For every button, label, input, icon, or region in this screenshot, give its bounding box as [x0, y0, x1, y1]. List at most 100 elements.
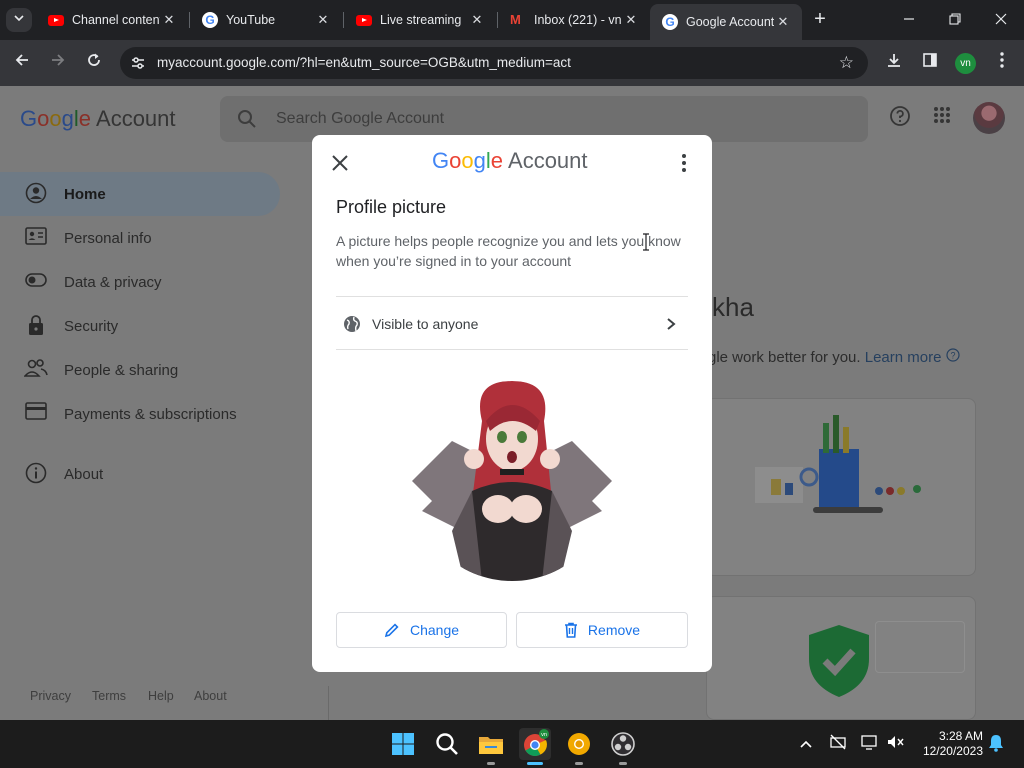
side-panel-button[interactable]: [919, 52, 941, 74]
reload-button[interactable]: [82, 51, 106, 75]
tab-gmail-inbox[interactable]: M Inbox (221) - vn ✕: [498, 0, 650, 40]
change-photo-button[interactable]: Change: [336, 612, 507, 648]
chrome-taskbar-button[interactable]: vn: [519, 728, 551, 760]
help-icon: [890, 106, 910, 126]
url-text[interactable]: myaccount.google.com/?hl=en&utm_source=O…: [157, 47, 571, 79]
shield-check-icon: [809, 625, 869, 697]
remove-photo-button[interactable]: Remove: [516, 612, 688, 648]
dialog-title: Profile picture: [336, 197, 447, 217]
site-settings-icon[interactable]: [130, 55, 146, 71]
chrome-canary-button[interactable]: [563, 728, 595, 760]
svg-text:vn: vn: [541, 732, 547, 738]
close-icon: [995, 13, 1007, 25]
welcome-subtitle: gle work better for you. Learn more ?: [708, 348, 960, 366]
dialog-description: A picture helps people recognize you and…: [336, 233, 681, 269]
learn-more-link[interactable]: Learn more: [865, 349, 942, 366]
more-vertical-icon[interactable]: [674, 151, 694, 175]
downloads-button[interactable]: [883, 52, 905, 74]
logo-letter: o: [49, 106, 62, 131]
close-icon[interactable]: ✕: [622, 12, 640, 28]
obs-icon: [611, 732, 635, 756]
logo-letter: G: [432, 148, 450, 173]
notifications-button[interactable]: [986, 734, 1006, 754]
tab-channel-content[interactable]: Channel content ✕: [36, 0, 188, 40]
footer-privacy-link[interactable]: Privacy: [30, 689, 71, 703]
reload-icon: [88, 53, 100, 66]
logo-letter: g: [473, 148, 486, 173]
privacy-checkup-card[interactable]: [706, 398, 976, 576]
system-clock[interactable]: 3:28 AM 12/20/2023: [915, 729, 983, 759]
logo-letter: o: [37, 106, 50, 131]
more-vertical-icon: [1000, 52, 1004, 68]
sidebar-item-data-privacy[interactable]: Data & privacy: [0, 260, 280, 304]
logo-letter: e: [490, 148, 504, 173]
text-cursor-icon: [643, 233, 649, 251]
welcome-subtitle-text: gle work better for you.: [708, 349, 861, 366]
chrome-canary-icon: [568, 733, 590, 755]
help-button[interactable]: [887, 105, 913, 131]
google-account-logo[interactable]: Google Account: [20, 106, 176, 132]
taskbar-search-button[interactable]: [431, 728, 463, 760]
minimize-button[interactable]: [886, 0, 932, 40]
volume-muted-icon: [888, 736, 904, 748]
close-icon[interactable]: ✕: [468, 12, 486, 28]
bookmark-star-icon[interactable]: ☆: [839, 47, 854, 79]
google-apps-button[interactable]: [929, 105, 955, 131]
windows-start-icon: [392, 733, 414, 755]
tab-live-streaming[interactable]: Live streaming ✕: [344, 0, 496, 40]
footer-about-link[interactable]: About: [194, 689, 227, 703]
clock-date: 12/20/2023: [922, 744, 983, 758]
bell-icon: [989, 735, 1003, 752]
sidebar-item-personal-info[interactable]: Personal info: [0, 216, 280, 260]
file-explorer-button[interactable]: [475, 728, 507, 760]
windows-start-button[interactable]: [387, 728, 419, 760]
sidebar-item-about[interactable]: About: [0, 452, 280, 496]
visibility-setting-row[interactable]: Visible to anyone: [336, 296, 688, 350]
logo-letter: g: [61, 106, 74, 131]
close-icon[interactable]: ✕: [314, 12, 332, 28]
network-status-button[interactable]: [828, 734, 848, 754]
footer-terms-link[interactable]: Terms: [92, 689, 126, 703]
search-icon: [238, 110, 256, 128]
security-checkup-card[interactable]: [706, 596, 976, 720]
display-projection-button[interactable]: [860, 734, 880, 754]
sidebar-item-people-sharing[interactable]: People & sharing: [0, 348, 280, 392]
footer-help-link[interactable]: Help: [148, 689, 174, 703]
side-panel-icon: [923, 53, 937, 67]
apps-grid-icon: [934, 107, 950, 123]
clock-time: 3:28 AM: [938, 729, 983, 743]
sidebar-item-security[interactable]: Security: [0, 304, 280, 348]
monitor-icon: [861, 735, 877, 750]
tab-search-button[interactable]: [6, 8, 32, 32]
close-icon[interactable]: ✕: [160, 12, 178, 28]
account-avatar[interactable]: [973, 102, 1005, 134]
window-close-button[interactable]: [978, 0, 1024, 40]
restore-button[interactable]: [932, 0, 978, 40]
app-running-indicator: [487, 762, 495, 765]
close-icon[interactable]: ✕: [774, 14, 792, 30]
back-button[interactable]: [10, 51, 34, 75]
obs-studio-button[interactable]: [607, 728, 639, 760]
credit-card-icon: [24, 402, 48, 426]
close-icon[interactable]: [328, 151, 352, 175]
sidebar-item-payments[interactable]: Payments & subscriptions: [0, 392, 280, 436]
network-disconnected-icon: [830, 734, 846, 750]
app-active-indicator: [527, 762, 543, 765]
download-icon: [888, 54, 900, 67]
volume-button[interactable]: [886, 734, 906, 754]
forward-button[interactable]: [46, 51, 70, 75]
sidebar-item-home[interactable]: Home: [0, 172, 280, 216]
show-hidden-icons-button[interactable]: [796, 734, 816, 754]
new-tab-button[interactable]: +: [808, 8, 832, 32]
browser-profile-avatar[interactable]: vn: [955, 53, 976, 74]
app-running-indicator: [619, 762, 627, 765]
sidebar-item-label: Payments & subscriptions: [64, 405, 237, 423]
globe-icon: [344, 316, 360, 332]
address-bar[interactable]: myaccount.google.com/?hl=en&utm_source=O…: [120, 47, 868, 79]
sidebar-item-label: People & sharing: [64, 361, 179, 379]
tab-google-account[interactable]: G Google Account ✕: [650, 4, 802, 40]
chrome-menu-button[interactable]: [991, 52, 1013, 74]
windows-taskbar: vn 3:28 AM 12/20/2023: [0, 720, 1024, 768]
tab-youtube[interactable]: G YouTube ✕: [190, 0, 342, 40]
youtube-icon: [356, 14, 372, 26]
